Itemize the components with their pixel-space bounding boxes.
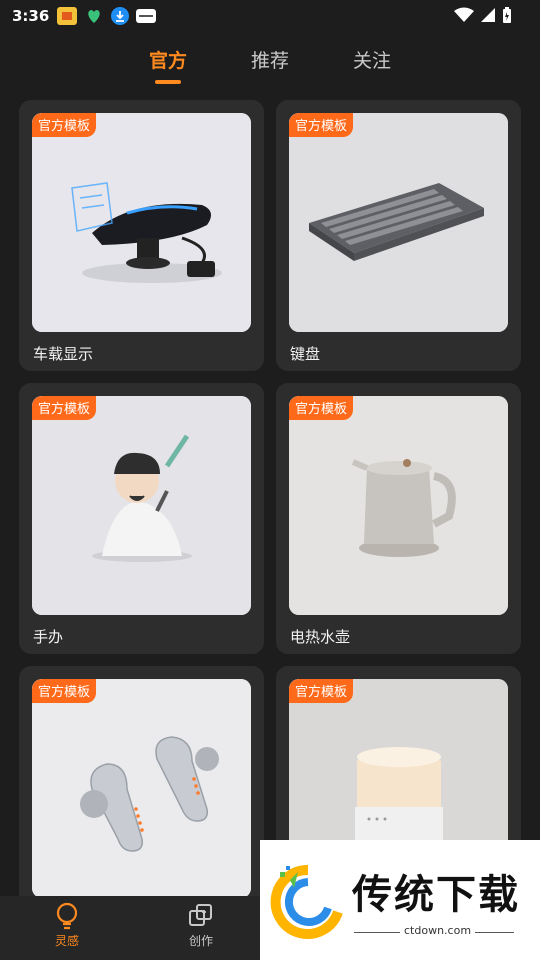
template-card[interactable]: 官方模板 手办 bbox=[19, 383, 264, 654]
tab-indicator bbox=[155, 80, 181, 84]
wifi-icon bbox=[454, 7, 474, 22]
card-title: 手办 bbox=[33, 628, 64, 646]
template-card[interactable]: 官方模板 键盘 bbox=[276, 100, 521, 371]
signal-icon bbox=[481, 8, 495, 22]
tab-follow[interactable]: 关注 bbox=[353, 46, 391, 73]
car-display-image: 官方模板 bbox=[32, 113, 251, 332]
tab-recommend[interactable]: 推荐 bbox=[251, 46, 289, 73]
tab-official[interactable]: 官方 bbox=[149, 46, 187, 73]
earbuds-image: 官方模板 bbox=[32, 679, 251, 898]
lightbulb-icon bbox=[56, 902, 78, 930]
nav-label: 创作 bbox=[188, 934, 213, 948]
site-logo-icon bbox=[270, 864, 343, 939]
download-icon bbox=[111, 7, 130, 25]
official-badge: 官方模板 bbox=[289, 396, 354, 420]
figurine-image: 官方模板 bbox=[32, 396, 251, 615]
official-badge: 官方模板 bbox=[289, 679, 354, 703]
watermark-url: ctdown.com bbox=[400, 924, 476, 937]
nav-inspiration[interactable]: 灵感 bbox=[27, 902, 107, 949]
card-title: 电热水壶 bbox=[290, 628, 351, 646]
app-notification-icon bbox=[57, 7, 78, 25]
top-tabs: 官方 推荐 关注 bbox=[0, 40, 540, 90]
card-title: 车载显示 bbox=[33, 345, 94, 363]
create-icon bbox=[189, 904, 212, 926]
official-badge: 官方模板 bbox=[32, 679, 97, 703]
watermark: 传统下载 ctdown.com bbox=[260, 840, 540, 960]
kettle-image: 官方模板 bbox=[289, 396, 508, 615]
system-icons bbox=[454, 6, 512, 24]
keyboard-image: 官方模板 bbox=[289, 113, 508, 332]
status-time: 3:36 bbox=[12, 7, 50, 25]
official-badge: 官方模板 bbox=[289, 113, 354, 137]
template-card[interactable]: 官方模板 电热水壶 bbox=[276, 383, 521, 654]
nav-label: 灵感 bbox=[54, 934, 79, 948]
battery-icon bbox=[503, 7, 511, 23]
template-card[interactable]: 官方模板 车载显示 bbox=[19, 100, 264, 371]
watermark-title: 传统下载 bbox=[352, 872, 520, 918]
official-badge: 官方模板 bbox=[32, 396, 97, 420]
status-bar: 3:36 bbox=[0, 0, 540, 32]
leaf-heart-icon bbox=[84, 7, 104, 25]
card-title: 键盘 bbox=[290, 345, 321, 363]
official-badge: 官方模板 bbox=[32, 113, 97, 137]
news-icon bbox=[136, 9, 157, 23]
nav-create[interactable]: 创作 bbox=[161, 902, 241, 949]
